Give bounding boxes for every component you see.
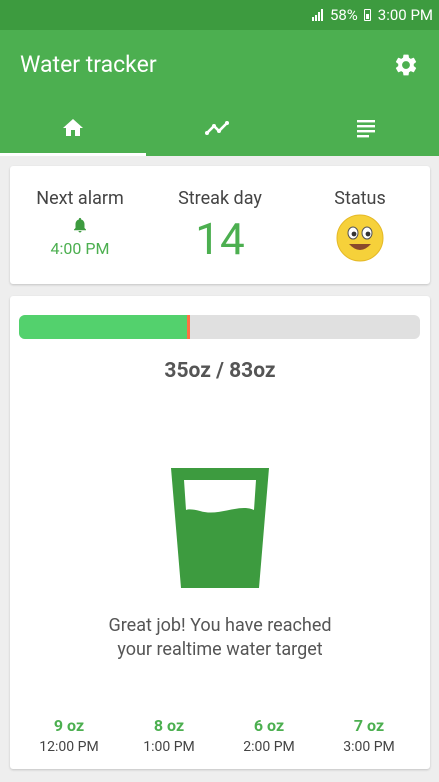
battery-percent: 58% <box>329 6 358 24</box>
progress-marker <box>187 315 191 339</box>
log-amount: 8 oz <box>153 716 185 735</box>
streak: Streak day 14 <box>160 188 280 261</box>
log-entry[interactable]: 8 oz 1:00 PM <box>119 716 219 755</box>
tab-home[interactable] <box>0 100 147 156</box>
status-label: Status <box>334 188 386 209</box>
tab-trend[interactable] <box>146 100 292 156</box>
status-bar: 58% 3:00 PM <box>0 0 439 30</box>
tab-bar <box>0 100 439 156</box>
smiley-face-icon <box>336 214 384 262</box>
progress-bar <box>19 315 420 339</box>
tab-history[interactable] <box>293 100 439 156</box>
intake-amount: 35oz / 83oz <box>164 359 276 383</box>
trending-icon <box>205 121 230 135</box>
streak-label: Streak day <box>178 188 262 209</box>
log-time: 12:00 PM <box>39 739 99 755</box>
list-icon <box>356 120 375 138</box>
status-message: Great job! You have reached your realtim… <box>10 614 430 662</box>
streak-value: 14 <box>195 213 245 265</box>
next-alarm-time: 4:00 PM <box>50 239 110 258</box>
log-amount: 9 oz <box>53 716 85 735</box>
stats-card: Next alarm 4:00 PM Streak day 14 Status <box>10 166 430 284</box>
log-entry[interactable]: 9 oz 12:00 PM <box>19 716 119 755</box>
status: Status <box>300 188 420 263</box>
home-icon <box>63 119 84 136</box>
signal-icon <box>311 9 323 21</box>
log-time: 1:00 PM <box>143 739 195 755</box>
app-bar: Water tracker <box>0 30 439 156</box>
progress-fill <box>19 315 188 339</box>
log-entry[interactable]: 7 oz 3:00 PM <box>319 716 419 755</box>
log-amount: 6 oz <box>253 716 285 735</box>
clock: 3:00 PM <box>377 6 433 24</box>
status-indicators: 58% 3:00 PM <box>311 6 433 24</box>
next-alarm-label: Next alarm <box>36 188 124 209</box>
app-title: Water tracker <box>20 51 157 78</box>
next-alarm[interactable]: Next alarm 4:00 PM <box>20 188 140 258</box>
bell-icon <box>74 217 86 233</box>
log-amount: 7 oz <box>353 716 385 735</box>
log-entry[interactable]: 6 oz 2:00 PM <box>219 716 319 755</box>
water-glass-icon[interactable] <box>169 466 271 591</box>
log-time: 2:00 PM <box>243 739 295 755</box>
status-message-line1: Great job! You have reached <box>108 615 332 636</box>
status-message-line2: your realtime water target <box>117 639 323 660</box>
battery-icon <box>363 9 371 21</box>
main-card: 35oz / 83oz Great job! You have reached … <box>10 296 430 769</box>
gear-icon[interactable] <box>393 52 419 78</box>
log-time: 3:00 PM <box>343 739 395 755</box>
